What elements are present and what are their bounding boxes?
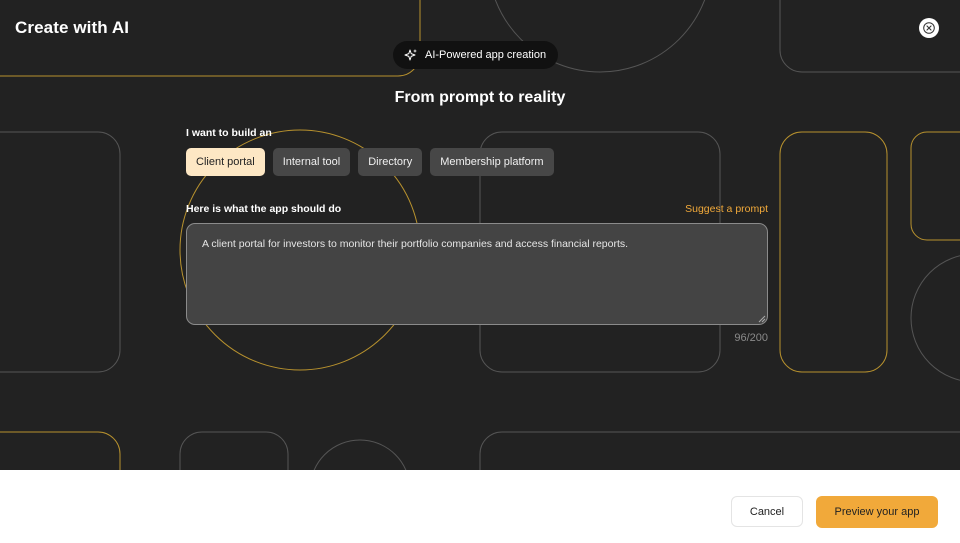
sparkle-icon — [404, 49, 417, 61]
close-button[interactable] — [919, 18, 939, 38]
build-type-options: Client portal Internal tool Directory Me… — [186, 148, 554, 176]
option-internal-tool[interactable]: Internal tool — [272, 148, 351, 176]
suggest-prompt-link[interactable]: Suggest a prompt — [685, 203, 768, 215]
ai-badge: AI-Powered app creation — [393, 41, 559, 69]
app-description-input[interactable]: A client portal for investors to monitor… — [186, 223, 768, 325]
modal-body: Create with AI AI-Powered app creation F… — [0, 0, 960, 470]
modal-title: Create with AI — [15, 18, 130, 37]
cancel-button[interactable]: Cancel — [731, 496, 803, 527]
ai-badge-label: AI-Powered app creation — [425, 49, 547, 61]
character-counter: 96/200 — [734, 332, 768, 344]
page-heading: From prompt to reality — [394, 89, 566, 106]
resize-grip-icon[interactable] — [757, 314, 766, 323]
description-label: Here is what the app should do — [186, 203, 342, 215]
option-membership-platform[interactable]: Membership platform — [430, 148, 554, 176]
build-type-label: I want to build an — [186, 127, 272, 139]
option-directory[interactable]: Directory — [358, 148, 423, 176]
option-client-portal[interactable]: Client portal — [186, 148, 265, 176]
close-icon — [923, 22, 935, 34]
preview-app-button[interactable]: Preview your app — [816, 496, 938, 528]
